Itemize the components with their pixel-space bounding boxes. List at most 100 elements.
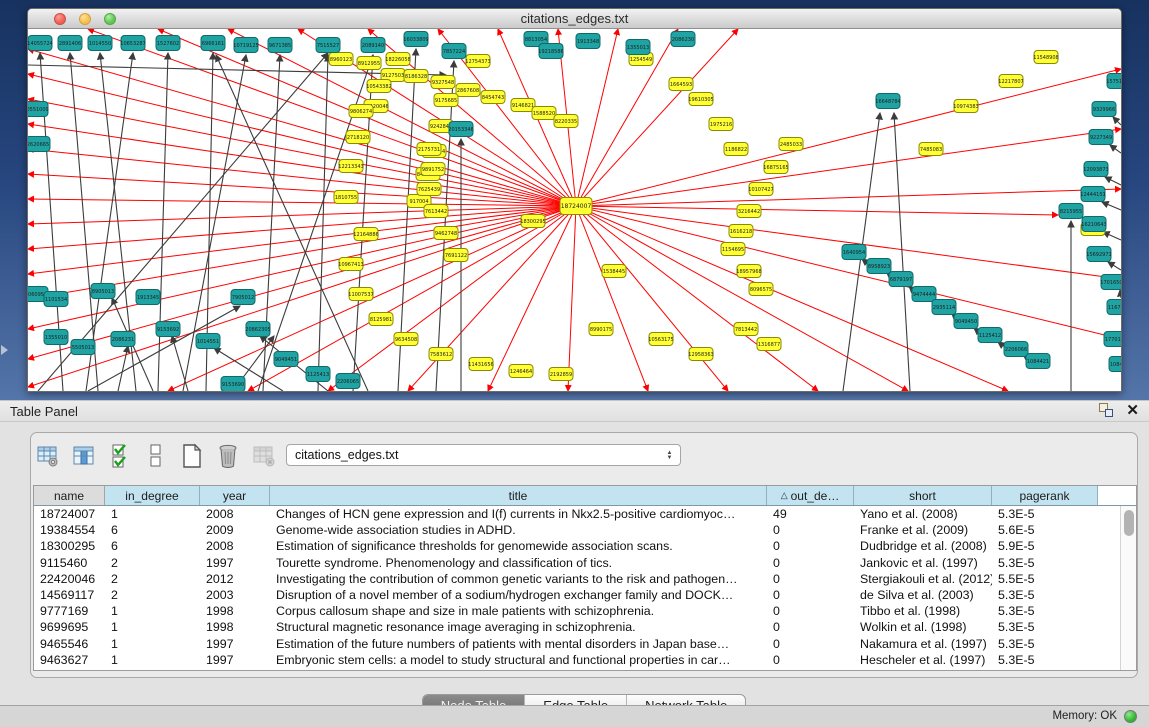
network-edge[interactable]	[158, 53, 168, 391]
network-canvas[interactable]: 1872400718300295896012389129551822605891…	[28, 29, 1121, 391]
delete-column-icon[interactable]	[215, 443, 241, 469]
table-cell[interactable]: 5.3E-5	[992, 620, 1098, 634]
network-edge[interactable]	[28, 199, 576, 206]
vertical-scrollbar[interactable]	[1120, 506, 1136, 670]
network-edge[interactable]	[28, 206, 576, 359]
table-cell[interactable]: 0	[767, 620, 854, 634]
table-cell[interactable]: 9115460	[34, 556, 105, 570]
table-cell[interactable]: Estimation of the future numbers of pati…	[270, 637, 767, 651]
scrollbar-thumb[interactable]	[1124, 510, 1134, 536]
table-cell[interactable]: Tibbo et al. (1998)	[854, 604, 992, 618]
table-cell[interactable]: 1	[105, 620, 200, 634]
table-cell[interactable]: Nakamura et al. (1997)	[854, 637, 992, 651]
network-edge[interactable]	[28, 49, 576, 206]
table-cell[interactable]: 9777169	[34, 604, 105, 618]
table-row[interactable]: 946554611997Estimation of the future num…	[34, 636, 1120, 652]
network-edge[interactable]	[1103, 232, 1121, 240]
table-cell[interactable]: Changes of HCN gene expression and I(f) …	[270, 507, 767, 521]
network-edge[interactable]	[576, 206, 728, 391]
column-header-name[interactable]: name	[34, 486, 105, 505]
table-cell[interactable]: 5.3E-5	[992, 604, 1098, 618]
network-edge[interactable]	[172, 336, 188, 391]
table-row[interactable]: 969969511998Structural magnetic resonanc…	[34, 619, 1120, 635]
network-edge[interactable]	[576, 206, 1121, 339]
table-cell[interactable]: 2008	[200, 507, 270, 521]
column-header-pagerank[interactable]: pagerank	[992, 486, 1098, 505]
table-cell[interactable]: 19384554	[34, 523, 105, 537]
network-edge[interactable]	[1102, 202, 1121, 210]
column-header-short[interactable]: short	[854, 486, 992, 505]
network-edge[interactable]	[576, 189, 1121, 206]
new-column-icon[interactable]	[179, 443, 205, 469]
table-cell[interactable]: Dudbridge et al. (2008)	[854, 539, 992, 553]
table-cell[interactable]: 2009	[200, 523, 270, 537]
network-edge[interactable]	[1108, 262, 1121, 270]
table-cell[interactable]: 5.3E-5	[992, 588, 1098, 602]
column-header-title[interactable]: title	[270, 486, 767, 505]
table-cell[interactable]: 6	[105, 539, 200, 553]
table-cell[interactable]: 2012	[200, 572, 270, 586]
table-cell[interactable]: 5.3E-5	[992, 653, 1098, 667]
network-edge[interactable]	[568, 206, 576, 391]
network-edge[interactable]	[216, 55, 368, 391]
table-cell[interactable]: 0	[767, 604, 854, 618]
table-row[interactable]: 977716911998Corpus callosum shape and si…	[34, 603, 1120, 619]
table-cell[interactable]: 5.6E-5	[992, 523, 1098, 537]
table-cell[interactable]: 6	[105, 523, 200, 537]
network-edge[interactable]	[576, 206, 1058, 215]
network-edge[interactable]	[576, 129, 1121, 206]
table-cell[interactable]: 5.9E-5	[992, 539, 1098, 553]
table-cell[interactable]: Investigating the contribution of common…	[270, 572, 767, 586]
select-all-icon[interactable]	[107, 443, 133, 469]
table-cell[interactable]: Disruption of a novel member of a sodium…	[270, 588, 767, 602]
table-cell[interactable]: 1	[105, 637, 200, 651]
network-window-titlebar[interactable]: citations_edges.txt	[28, 9, 1121, 29]
table-row[interactable]: 946362711997Embryonic stem cells: a mode…	[34, 652, 1120, 668]
show-columns-icon[interactable]	[71, 443, 97, 469]
table-cell[interactable]: 2003	[200, 588, 270, 602]
table-cell[interactable]: 18724007	[34, 507, 105, 521]
table-cell[interactable]: 5.3E-5	[992, 556, 1098, 570]
network-edge[interactable]	[576, 206, 1008, 391]
table-cell[interactable]: Corpus callosum shape and size in male p…	[270, 604, 767, 618]
table-cell[interactable]: Structural magnetic resonance image aver…	[270, 620, 767, 634]
table-row[interactable]: 1830029562008Estimation of significance …	[34, 538, 1120, 554]
table-cell[interactable]: 1	[105, 604, 200, 618]
network-edge[interactable]	[318, 55, 328, 391]
table-cell[interactable]: Wolkin et al. (1998)	[854, 620, 992, 634]
network-edge[interactable]	[576, 29, 618, 206]
table-cell[interactable]: 1997	[200, 637, 270, 651]
table-row[interactable]: 911546021997Tourette syndrome. Phenomeno…	[34, 555, 1120, 571]
close-panel-icon[interactable]: ✕	[1126, 403, 1139, 418]
network-edge[interactable]	[28, 149, 576, 206]
table-cell[interactable]: 0	[767, 637, 854, 651]
network-edge[interactable]	[28, 206, 576, 249]
table-cell[interactable]: 0	[767, 653, 854, 667]
table-cell[interactable]: 2	[105, 556, 200, 570]
table-cell[interactable]: 1	[105, 653, 200, 667]
network-edge[interactable]	[1113, 117, 1121, 125]
table-cell[interactable]: 0	[767, 539, 854, 553]
network-edge[interactable]	[1110, 145, 1121, 153]
table-cell[interactable]: 22420046	[34, 572, 105, 586]
table-cell[interactable]: 1997	[200, 653, 270, 667]
table-cell[interactable]: 2	[105, 588, 200, 602]
table-cell[interactable]: 0	[767, 523, 854, 537]
table-cell[interactable]: Stergiakouli et al. (2012)	[854, 572, 992, 586]
table-cell[interactable]: 9463627	[34, 653, 105, 667]
table-row[interactable]: 1938455462009Genome-wide association stu…	[34, 522, 1120, 538]
column-header-year[interactable]: year	[200, 486, 270, 505]
table-options-icon[interactable]	[35, 443, 61, 469]
table-cell[interactable]: 9465546	[34, 637, 105, 651]
table-cell[interactable]: Genome-wide association studies in ADHD.	[270, 523, 767, 537]
network-edge[interactable]	[576, 69, 1121, 206]
table-cell[interactable]: de Silva et al. (2003)	[854, 588, 992, 602]
table-cell[interactable]: Jankovic et al. (1997)	[854, 556, 992, 570]
table-cell[interactable]: 2	[105, 572, 200, 586]
table-row[interactable]: 1872400712008Changes of HCN gene express…	[34, 506, 1120, 522]
network-edge[interactable]	[488, 206, 576, 391]
table-cell[interactable]: Embryonic stem cells: a model to study s…	[270, 653, 767, 667]
network-view-window[interactable]: citations_edges.txt 18724007183002958960…	[27, 8, 1122, 392]
table-cell[interactable]: 14569117	[34, 588, 105, 602]
panel-resize-grip[interactable]	[1, 345, 8, 355]
